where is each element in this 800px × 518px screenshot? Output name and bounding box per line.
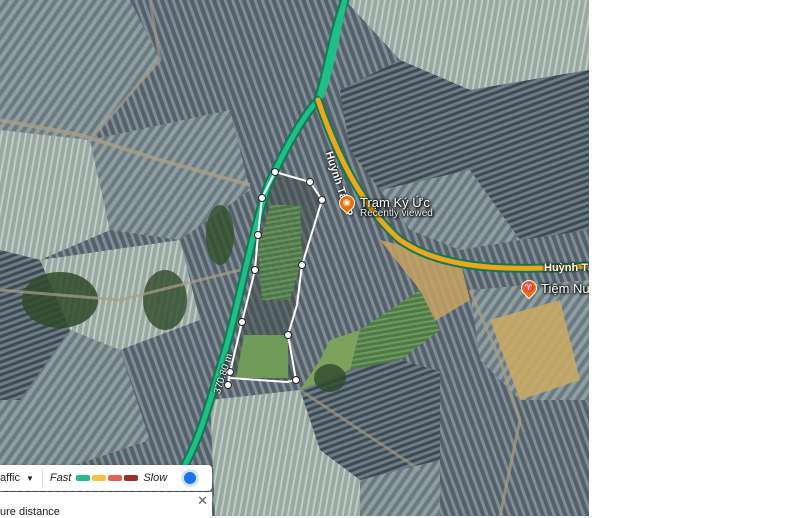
legend-fast-swatch [76,475,91,481]
measure-point [271,168,279,176]
place-subtitle: Recently viewed [360,208,433,219]
measure-point [254,231,262,239]
measure-distance-bar: ure distance ✕ [0,492,212,518]
legend-slow-swatch [108,475,123,481]
measure-point [284,331,292,339]
legend-medium-swatch [92,475,107,481]
measure-point [318,196,326,204]
measure-distance-title: ure distance [0,506,60,518]
slow-label: Slow [143,472,168,484]
measure-point [292,376,300,384]
measure-point [251,266,259,274]
traffic-toggle[interactable] [181,469,200,487]
divider [41,469,43,487]
dropdown-caret-icon[interactable]: ▼ [26,474,34,483]
measure-point [298,261,306,269]
road-label-horizontal: Huỳnh Tấ [544,262,589,274]
traffic-layer-bar: affic ▼ Fast Slow [0,465,212,491]
close-icon[interactable]: ✕ [197,493,208,509]
measure-point [258,194,266,202]
traffic-label[interactable]: affic [0,472,20,484]
measure-point [238,318,246,326]
measure-point [306,178,314,186]
traffic-legend [76,475,139,481]
empty-side-panel [589,0,800,516]
measure-path[interactable] [0,0,589,516]
legend-very-slow-swatch [124,475,139,481]
place-name-tiem-nuong[interactable]: Tiệm Nướ [541,281,589,296]
fast-label: Fast [49,472,72,484]
satellite-map[interactable]: 370.80 m Huỳnh Tấn P Huỳnh Tấ ◉ Trạm Ký … [0,0,589,516]
